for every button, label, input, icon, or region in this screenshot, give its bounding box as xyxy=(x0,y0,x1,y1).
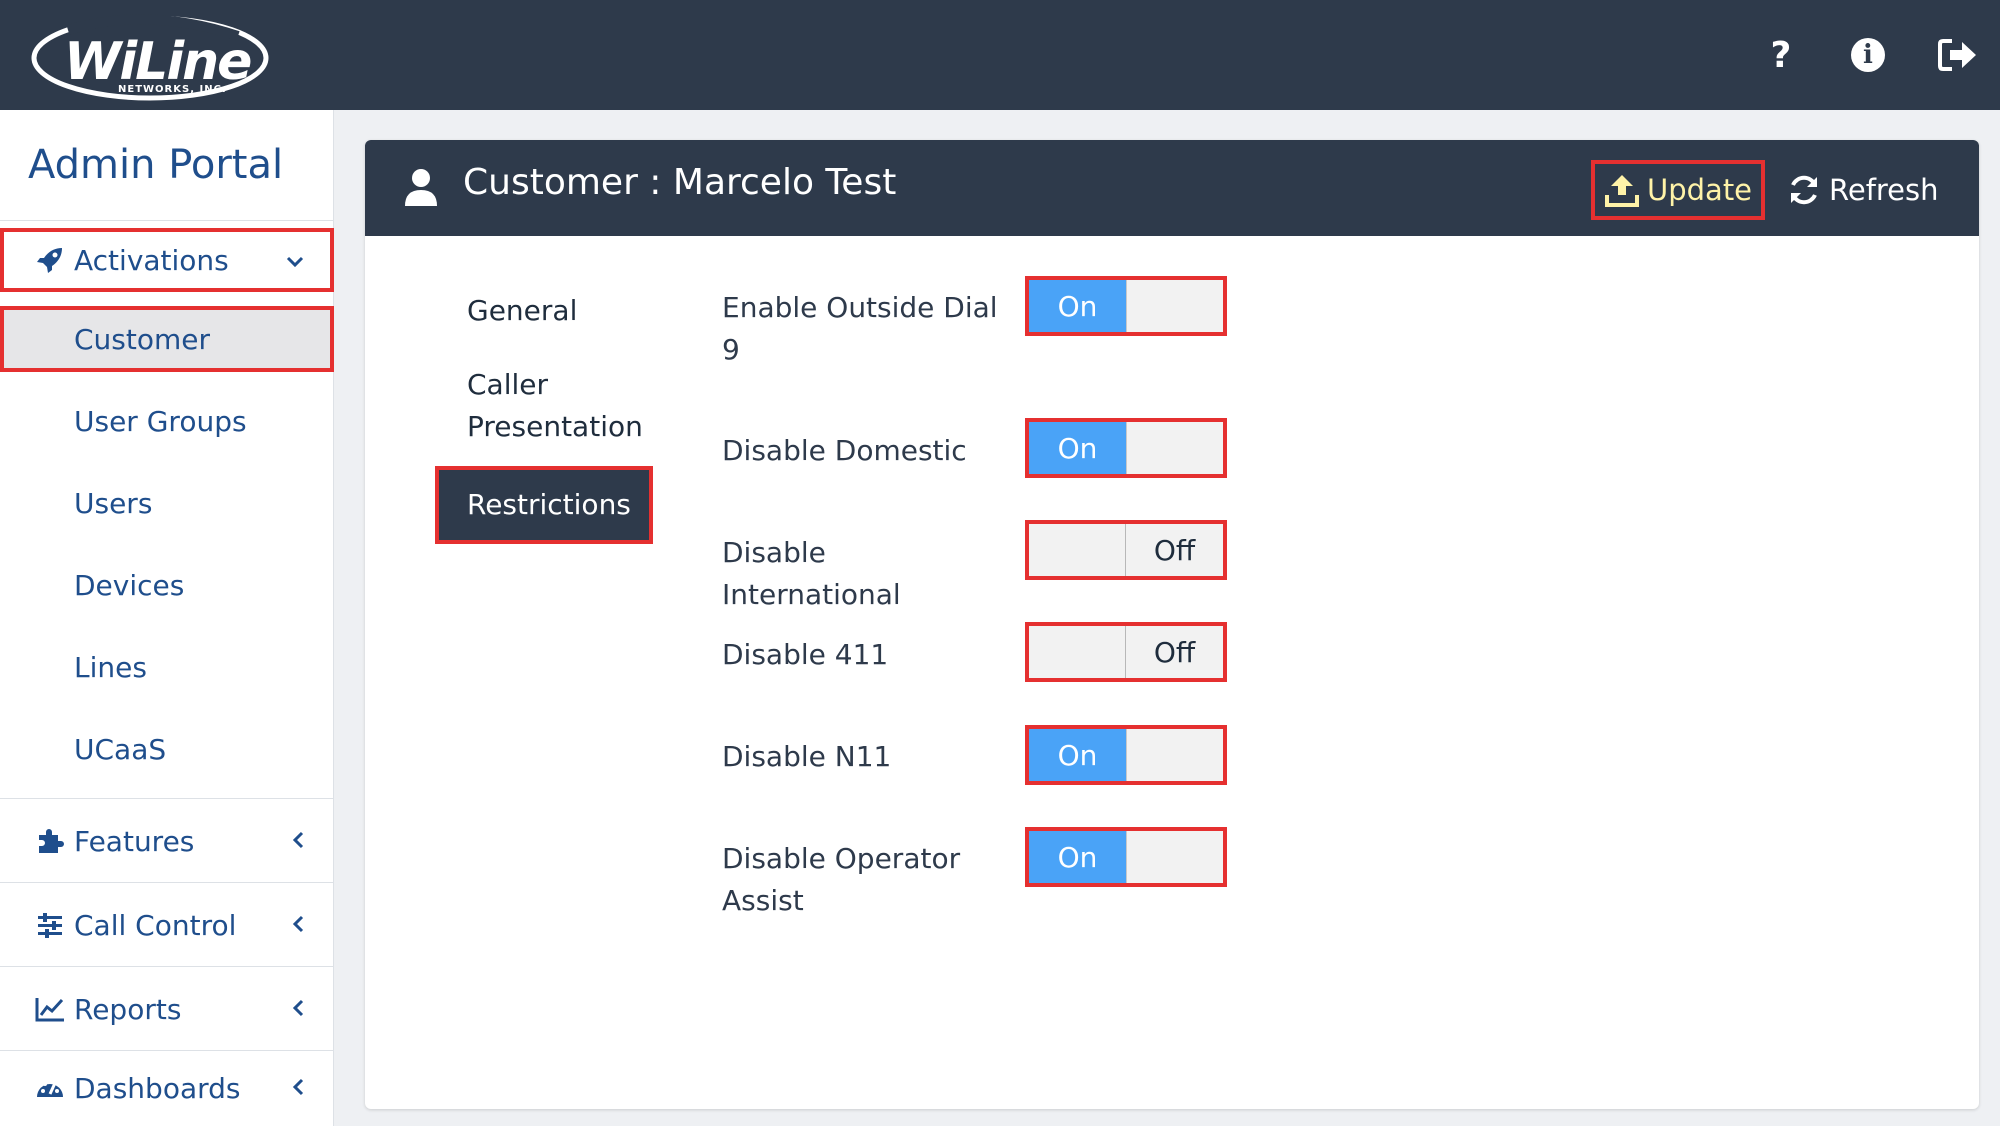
customer-card: Customer : Marcelo Test Update Refresh G… xyxy=(365,140,1979,1109)
toggle-on-label: On xyxy=(1029,729,1126,781)
toggle-handle xyxy=(1126,831,1223,883)
line-chart-icon xyxy=(30,996,70,1022)
toggle-off-label: Off xyxy=(1126,626,1223,678)
nav-dashboards[interactable]: Dashboards xyxy=(0,1052,334,1124)
chevron-down-icon xyxy=(286,245,304,275)
sidebar-item-label: User Groups xyxy=(74,404,247,438)
toggle-operator-assist[interactable]: On xyxy=(1025,827,1227,887)
refresh-button[interactable]: Refresh xyxy=(1777,160,1945,220)
toggle-n11[interactable]: On xyxy=(1025,725,1227,785)
nav-activations-label: Activations xyxy=(74,243,229,277)
nav-features[interactable]: Features xyxy=(0,800,334,882)
chevron-left-icon xyxy=(292,994,304,1024)
toggle-handle xyxy=(1029,524,1126,576)
chevron-left-icon xyxy=(292,826,304,856)
rocket-icon xyxy=(30,246,70,274)
upload-icon xyxy=(1605,173,1639,207)
divider xyxy=(0,966,334,967)
info-icon[interactable]: i xyxy=(1845,32,1891,78)
toggle-handle xyxy=(1126,280,1223,332)
logo-subtext: NETWORKS, INC. xyxy=(118,84,227,95)
logout-icon[interactable] xyxy=(1935,32,1981,78)
nav-activations[interactable]: Activations xyxy=(0,228,334,292)
card-header: Customer : Marcelo Test Update Refresh xyxy=(365,140,1979,236)
chevron-left-icon xyxy=(292,1073,304,1103)
nav-reports[interactable]: Reports xyxy=(0,968,334,1050)
setting-label-international: Disable International xyxy=(722,536,901,611)
sidebar-item-devices[interactable]: Devices xyxy=(0,552,334,618)
toggle-domestic[interactable]: On xyxy=(1025,418,1227,478)
setting-label-411: Disable 411 xyxy=(722,638,889,671)
tab-restrictions[interactable]: Restrictions xyxy=(435,466,653,544)
update-label: Update xyxy=(1647,173,1753,207)
nav-call-control[interactable]: Call Control xyxy=(0,884,334,966)
toggle-handle xyxy=(1126,422,1223,474)
divider xyxy=(0,798,334,799)
sidebar-item-label: Customer xyxy=(74,322,211,356)
sliders-icon xyxy=(30,911,70,939)
divider xyxy=(0,882,334,883)
toggle-handle xyxy=(1029,626,1126,678)
setting-label-domestic: Disable Domestic xyxy=(722,434,967,467)
update-button[interactable]: Update xyxy=(1591,160,1765,220)
chevron-left-icon xyxy=(292,910,304,940)
setting-label-outside-dial: Enable Outside Dial 9 xyxy=(722,291,998,366)
toggle-handle xyxy=(1126,729,1223,781)
divider xyxy=(0,220,334,221)
refresh-label: Refresh xyxy=(1829,173,1939,207)
card-title: Customer : Marcelo Test xyxy=(463,162,897,203)
sidebar: Admin Portal Activations Customer User G… xyxy=(0,110,334,1126)
logo-text: WiLine xyxy=(64,32,252,92)
nav-reports-label: Reports xyxy=(74,992,182,1026)
toggle-on-label: On xyxy=(1029,831,1126,883)
divider xyxy=(0,1050,334,1051)
sidebar-item-label: UCaaS xyxy=(74,732,167,766)
sidebar-item-ucaas[interactable]: UCaaS xyxy=(0,716,334,782)
nav-features-label: Features xyxy=(74,824,195,858)
gauge-icon xyxy=(30,1075,70,1101)
user-icon xyxy=(403,168,439,208)
puzzle-icon xyxy=(30,827,70,855)
sidebar-item-label: Devices xyxy=(74,568,185,602)
portal-title: Admin Portal xyxy=(28,142,284,188)
sidebar-item-lines[interactable]: Lines xyxy=(0,634,334,700)
setting-label-operator-assist: Disable Operator Assist xyxy=(722,842,961,917)
toggle-411[interactable]: Off xyxy=(1025,622,1227,682)
sidebar-item-label: Users xyxy=(74,486,153,520)
sidebar-item-users[interactable]: Users xyxy=(0,470,334,536)
sidebar-item-user-groups[interactable]: User Groups xyxy=(0,388,334,454)
toggle-on-label: On xyxy=(1029,422,1126,474)
toggle-outside-dial[interactable]: On xyxy=(1025,276,1227,336)
tab-restrictions-label: Restrictions xyxy=(467,488,631,521)
setting-label-n11: Disable N11 xyxy=(722,740,892,773)
question-icon[interactable]: ? xyxy=(1758,32,1804,78)
wiline-logo[interactable]: WiLine NETWORKS, INC. xyxy=(28,10,272,102)
toggle-off-label: Off xyxy=(1126,524,1223,576)
tab-caller-presentation[interactable]: Caller Presentation xyxy=(467,364,667,448)
refresh-icon xyxy=(1787,173,1821,207)
top-bar: WiLine NETWORKS, INC. ? i xyxy=(0,0,2000,110)
tab-general[interactable]: General xyxy=(467,290,577,332)
sidebar-item-label: Lines xyxy=(74,650,147,684)
nav-call-control-label: Call Control xyxy=(74,908,237,942)
sidebar-item-customer[interactable]: Customer xyxy=(0,306,334,372)
toggle-on-label: On xyxy=(1029,280,1126,332)
toggle-international[interactable]: Off xyxy=(1025,520,1227,580)
nav-dashboards-label: Dashboards xyxy=(74,1071,241,1105)
